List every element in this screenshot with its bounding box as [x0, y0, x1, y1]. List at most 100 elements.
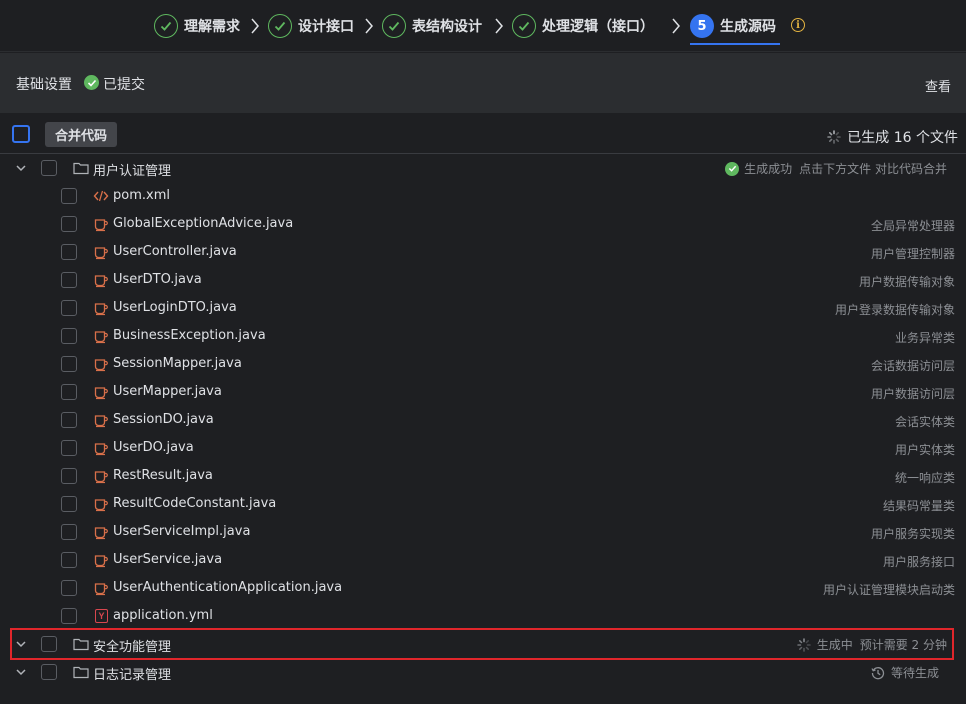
file-checkbox[interactable]: [61, 580, 77, 596]
file-checkbox[interactable]: [61, 440, 77, 456]
check-circle-icon: [725, 161, 740, 176]
file-description: 全局异常处理器: [870, 219, 955, 233]
file-row[interactable]: UserMapper.java 用户数据访问层: [0, 378, 966, 406]
file-row[interactable]: UserServiceImpl.java 用户服务实现类: [0, 518, 966, 546]
file-description: 会话实体类: [894, 415, 955, 429]
check-icon: [268, 14, 292, 38]
step-generate-source[interactable]: 5 生成源码: [690, 12, 776, 40]
group-status-label: 生成成功: [744, 162, 793, 176]
step-label: 表结构设计: [412, 19, 482, 35]
group-checkbox[interactable]: [41, 664, 57, 680]
file-checkbox[interactable]: [61, 356, 77, 372]
file-row[interactable]: UserService.java 用户服务接口: [0, 546, 966, 574]
java-icon: [93, 412, 109, 428]
file-checkbox[interactable]: [61, 328, 77, 344]
basic-settings-bar: 基础设置 已提交 查看: [0, 53, 966, 113]
file-description: 用户服务实现类: [870, 527, 955, 541]
group-status: 生成成功 点击下方文件 对比代码合并: [725, 160, 947, 177]
file-name[interactable]: UserServiceImpl.java: [113, 524, 250, 539]
file-name[interactable]: application.yml: [113, 608, 213, 623]
java-icon: [93, 328, 109, 344]
chevron-right-icon: [495, 18, 503, 34]
java-icon: [93, 384, 109, 400]
group-name: 用户认证管理: [93, 164, 172, 179]
file-checkbox[interactable]: [61, 272, 77, 288]
file-row[interactable]: BusinessException.java 业务异常类: [0, 322, 966, 350]
file-checkbox[interactable]: [61, 496, 77, 512]
file-checkbox[interactable]: [61, 524, 77, 540]
step-understand-requirements[interactable]: 理解需求: [154, 12, 240, 40]
group-row[interactable]: 日志记录管理 等待生成: [0, 658, 966, 686]
file-name[interactable]: pom.xml: [113, 188, 170, 203]
file-checkbox[interactable]: [61, 244, 77, 260]
step-process-logic[interactable]: 处理逻辑（接口）: [512, 12, 654, 40]
java-icon: [93, 440, 109, 456]
step-table-design[interactable]: 表结构设计: [382, 12, 482, 40]
file-name[interactable]: UserAuthenticationApplication.java: [113, 580, 342, 595]
xml-icon: [93, 188, 109, 204]
group-row[interactable]: 用户认证管理 生成成功 点击下方文件 对比代码合并: [0, 154, 966, 182]
file-row[interactable]: UserLoginDTO.java 用户登录数据传输对象: [0, 294, 966, 322]
file-name[interactable]: UserService.java: [113, 552, 222, 567]
file-checkbox[interactable]: [61, 384, 77, 400]
file-name[interactable]: UserDTO.java: [113, 272, 202, 287]
active-step-underline: [690, 43, 780, 45]
file-checkbox[interactable]: [61, 552, 77, 568]
file-row[interactable]: GlobalExceptionAdvice.java 全局异常处理器: [0, 210, 966, 238]
history-clock-icon: [871, 666, 885, 679]
group-status: 等待生成: [871, 664, 939, 681]
info-icon[interactable]: i: [791, 18, 805, 32]
file-description: 用户服务接口: [882, 555, 955, 569]
generated-count-label: 已生成 16 个文件: [847, 130, 958, 146]
file-checkbox[interactable]: [61, 188, 77, 204]
generated-count: 已生成 16 个文件: [827, 127, 958, 147]
file-name[interactable]: UserLoginDTO.java: [113, 300, 237, 315]
chevron-right-icon: [672, 18, 680, 34]
file-name[interactable]: RestResult.java: [113, 468, 213, 483]
file-row[interactable]: UserController.java 用户管理控制器: [0, 238, 966, 266]
file-description: 业务异常类: [894, 331, 955, 345]
file-row[interactable]: UserDTO.java 用户数据传输对象: [0, 266, 966, 294]
java-icon: [93, 216, 109, 232]
file-description: 用户管理控制器: [870, 247, 955, 261]
file-row[interactable]: pom.xml: [0, 182, 966, 210]
file-row[interactable]: SessionMapper.java 会话数据访问层: [0, 350, 966, 378]
file-name[interactable]: BusinessException.java: [113, 328, 266, 343]
file-row[interactable]: ResultCodeConstant.java 结果码常量类: [0, 490, 966, 518]
file-row[interactable]: SessionDO.java 会话实体类: [0, 406, 966, 434]
file-description: 用户认证管理模块启动类: [822, 583, 955, 597]
step-design-interface[interactable]: 设计接口: [268, 12, 354, 40]
java-icon: [93, 272, 109, 288]
java-icon: [93, 356, 109, 372]
file-row[interactable]: RestResult.java 统一响应类: [0, 462, 966, 490]
file-checkbox[interactable]: [61, 300, 77, 316]
file-checkbox[interactable]: [61, 608, 77, 624]
step-label: 生成源码: [720, 19, 776, 35]
file-row[interactable]: UserAuthenticationApplication.java 用户认证管理…: [0, 574, 966, 602]
file-name[interactable]: SessionMapper.java: [113, 356, 242, 371]
step-label: 理解需求: [184, 19, 240, 35]
file-name[interactable]: UserDO.java: [113, 440, 194, 455]
file-name[interactable]: GlobalExceptionAdvice.java: [113, 216, 293, 231]
step-label: 设计接口: [298, 19, 354, 35]
chevron-down-icon[interactable]: [15, 666, 27, 678]
file-row[interactable]: Yapplication.yml: [0, 602, 966, 630]
check-icon: [512, 14, 536, 38]
file-row[interactable]: UserDO.java 用户实体类: [0, 434, 966, 462]
file-checkbox[interactable]: [61, 216, 77, 232]
java-icon: [93, 468, 109, 484]
file-name[interactable]: SessionDO.java: [113, 412, 214, 427]
file-name[interactable]: ResultCodeConstant.java: [113, 496, 276, 511]
file-checkbox[interactable]: [61, 412, 77, 428]
view-link[interactable]: 查看: [925, 76, 951, 95]
step-label: 处理逻辑（接口）: [542, 19, 654, 35]
select-all-checkbox[interactable]: [12, 125, 30, 143]
file-name[interactable]: UserMapper.java: [113, 384, 222, 399]
merge-code-button[interactable]: 合并代码: [45, 122, 117, 147]
group-checkbox[interactable]: [41, 160, 57, 176]
chevron-down-icon[interactable]: [15, 162, 27, 174]
java-icon: [93, 580, 109, 596]
file-checkbox[interactable]: [61, 468, 77, 484]
java-icon: [93, 496, 109, 512]
file-name[interactable]: UserController.java: [113, 244, 237, 259]
